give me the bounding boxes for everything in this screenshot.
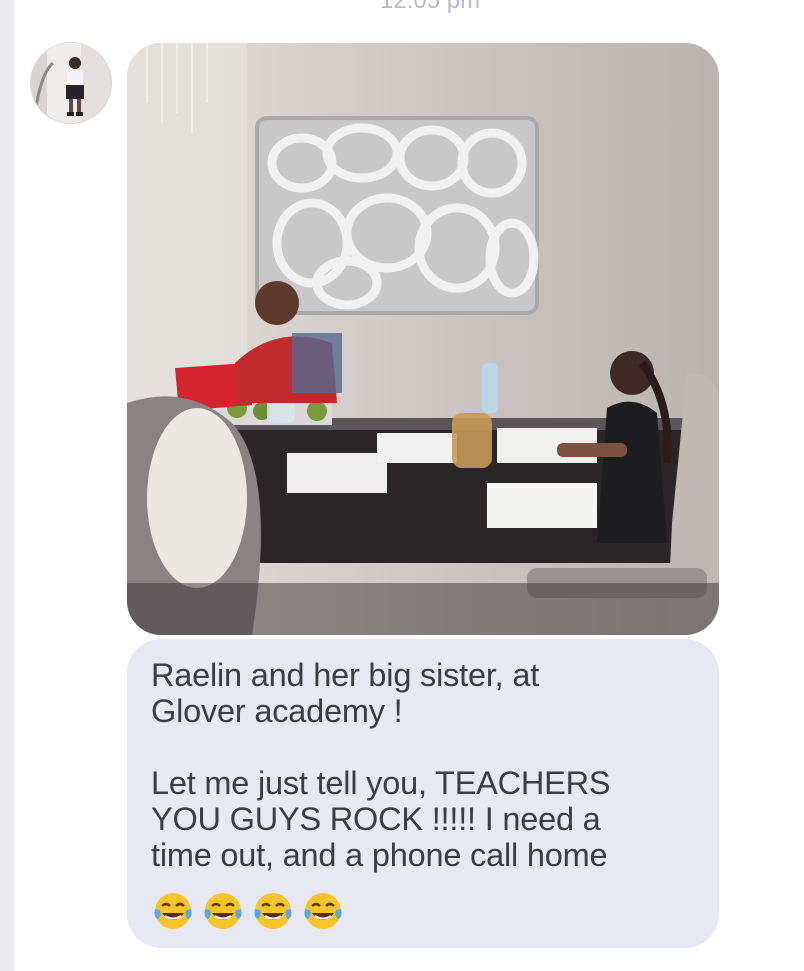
face-with-tears-of-joy-icon <box>204 893 242 929</box>
sender-avatar[interactable] <box>30 42 112 124</box>
photo-image <box>127 43 719 635</box>
text-message-bubble[interactable]: Raelin and her big sister, at Glover aca… <box>127 639 719 948</box>
message-text: Raelin and her big sister, at Glover aca… <box>151 657 611 873</box>
face-with-tears-of-joy-icon <box>304 893 342 929</box>
emoji-row <box>151 889 345 933</box>
avatar-image <box>31 43 111 123</box>
photo-message[interactable] <box>127 43 719 635</box>
face-with-tears-of-joy-icon <box>254 893 292 929</box>
message-timestamp: 12:05 pm <box>380 0 481 14</box>
face-with-tears-of-joy-icon <box>154 893 192 929</box>
left-edge-panel <box>0 0 14 971</box>
